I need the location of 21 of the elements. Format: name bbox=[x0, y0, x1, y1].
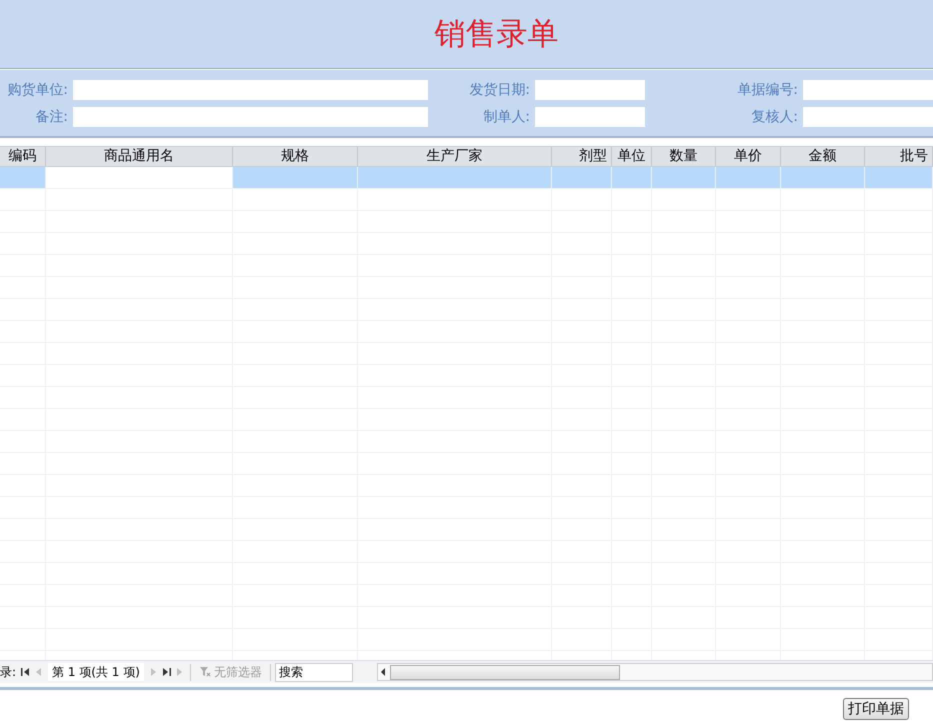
column-header[interactable]: 金额 bbox=[781, 147, 865, 166]
column-header[interactable]: 编码 bbox=[0, 147, 46, 166]
column-header[interactable]: 规格 bbox=[233, 147, 358, 166]
field-label: 复核人: bbox=[750, 108, 798, 126]
column-header[interactable]: 剂型 bbox=[552, 147, 612, 166]
record-position-field[interactable]: 第 1 项(共 1 项) bbox=[48, 663, 144, 681]
form-title: 销售录单 bbox=[434, 15, 558, 54]
field-label: 单据编号: bbox=[736, 80, 798, 98]
print-button[interactable]: 打印单据 bbox=[843, 698, 909, 720]
column-header[interactable]: 生产厂家 bbox=[358, 147, 552, 166]
column-header[interactable]: 商品通用名 bbox=[46, 147, 233, 166]
search-field[interactable]: 搜索 bbox=[274, 662, 353, 682]
field-label: 备注: bbox=[34, 108, 68, 126]
record-label: 录: bbox=[0, 664, 16, 680]
column-header[interactable]: 单位 bbox=[612, 147, 652, 166]
column-header[interactable]: 批号 bbox=[865, 147, 933, 166]
field-label: 制单人: bbox=[482, 108, 530, 126]
column-header[interactable]: 单价 bbox=[716, 147, 781, 166]
column-header[interactable]: 数量 bbox=[652, 147, 716, 166]
field-label: 发货日期: bbox=[468, 80, 530, 98]
field-label: 购货单位: bbox=[6, 80, 68, 98]
